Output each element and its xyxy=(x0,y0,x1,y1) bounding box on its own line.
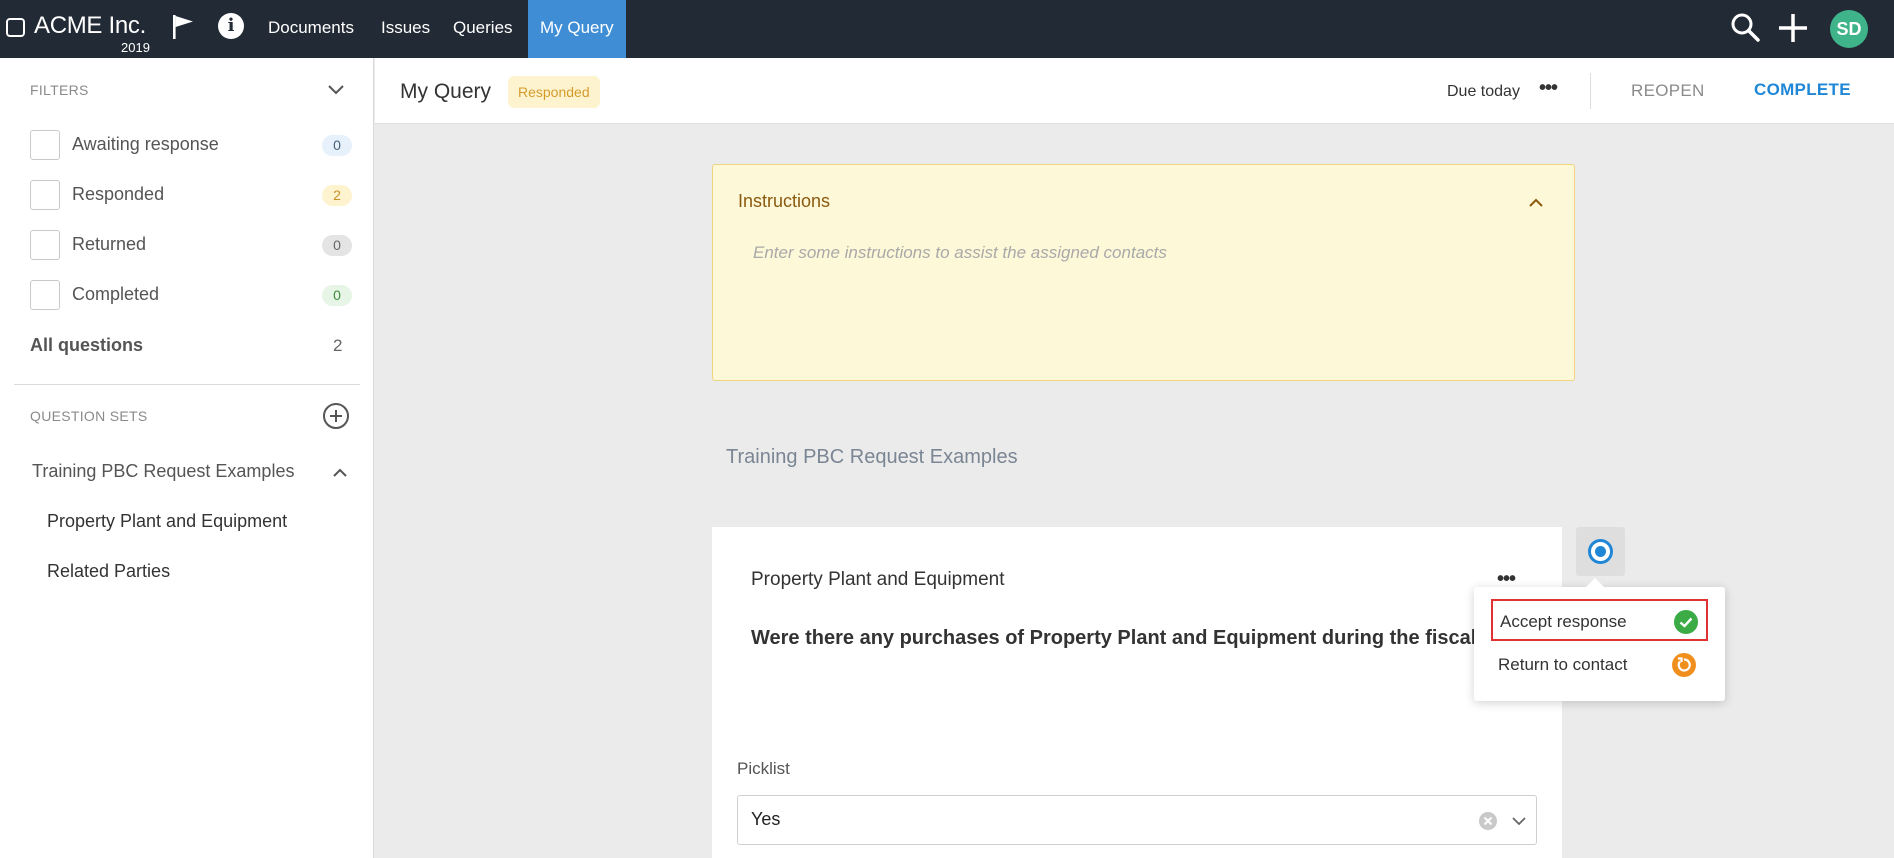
filter-count-badge: 0 xyxy=(322,285,352,306)
avatar[interactable]: SD xyxy=(1830,10,1868,48)
radio-icon xyxy=(1588,539,1613,564)
response-status-toggle[interactable] xyxy=(1576,527,1625,576)
filter-count-badge: 2 xyxy=(322,185,352,206)
response-action-menu: Accept response Return to contact xyxy=(1474,578,1725,701)
chevron-up-icon[interactable] xyxy=(1528,197,1544,209)
add-circle-icon[interactable] xyxy=(322,402,350,430)
info-icon[interactable]: i xyxy=(218,13,244,39)
reopen-button[interactable]: REOPEN xyxy=(1631,81,1705,101)
flag-icon[interactable] xyxy=(171,14,195,40)
app-menu-icon[interactable] xyxy=(6,18,25,37)
filter-awaiting-response[interactable]: Awaiting response 0 xyxy=(30,129,352,161)
more-options-icon[interactable]: ••• xyxy=(1539,78,1558,98)
menu-item-label: Return to contact xyxy=(1498,655,1628,674)
nav-link-my-query[interactable]: My Query xyxy=(528,0,626,58)
all-questions-link[interactable]: All questions xyxy=(30,335,143,356)
radio-dot xyxy=(1595,546,1606,557)
filter-label: Awaiting response xyxy=(72,134,219,154)
top-nav: ACME Inc. 2019 i Documents Issues Querie… xyxy=(0,0,1894,58)
chevron-down-icon[interactable] xyxy=(1511,815,1527,827)
filter-label: Completed xyxy=(72,284,160,304)
plus-icon[interactable] xyxy=(1776,11,1810,45)
picklist-label: Picklist xyxy=(737,759,790,778)
nav-link-documents[interactable]: Documents xyxy=(268,0,354,58)
filter-count-badge: 0 xyxy=(322,135,352,156)
complete-button[interactable]: COMPLETE xyxy=(1754,80,1851,100)
filter-count-badge: 0 xyxy=(322,235,352,256)
filter-label: Responded xyxy=(72,184,165,204)
question-set-name[interactable]: Training PBC Request Examples xyxy=(32,461,294,482)
instructions-panel: Instructions Enter some instructions to … xyxy=(712,164,1575,381)
filter-completed[interactable]: Completed 0 xyxy=(30,279,352,311)
brand-year: 2019 xyxy=(121,40,150,55)
picklist-select[interactable]: Yes xyxy=(737,795,1537,845)
filter-returned[interactable]: Returned 0 xyxy=(30,229,352,261)
chevron-up-icon[interactable] xyxy=(332,467,348,479)
clear-icon[interactable] xyxy=(1478,811,1498,831)
question-card: Property Plant and Equipment ••• Were th… xyxy=(712,527,1562,858)
picklist-value: Yes xyxy=(751,809,781,829)
question-set-item[interactable]: Related Parties xyxy=(47,561,170,582)
accept-response-item[interactable]: Accept response xyxy=(1491,599,1708,641)
nav-link-queries[interactable]: Queries xyxy=(453,0,513,58)
chevron-down-icon[interactable] xyxy=(326,83,346,97)
sidebar: FILTERS Awaiting response 0 Responded 2 … xyxy=(0,58,374,858)
return-to-contact-item[interactable]: Return to contact xyxy=(1491,644,1708,686)
page-title: My Query xyxy=(400,80,492,103)
header-divider xyxy=(1590,73,1591,109)
return-circle-icon xyxy=(1672,653,1696,677)
instructions-placeholder[interactable]: Enter some instructions to assist the as… xyxy=(753,243,1167,263)
brand-name[interactable]: ACME Inc. xyxy=(34,12,146,40)
popover-arrow xyxy=(1586,578,1604,587)
filter-responded[interactable]: Responded 2 xyxy=(30,179,352,211)
question-set-heading: Training PBC Request Examples xyxy=(726,446,1018,468)
sidebar-divider xyxy=(14,384,360,385)
filter-checkbox[interactable] xyxy=(30,230,60,260)
filter-checkbox[interactable] xyxy=(30,180,60,210)
question-title: Property Plant and Equipment xyxy=(751,569,1005,590)
all-questions-count: 2 xyxy=(333,336,343,355)
query-header: My Query Responded Due today ••• REOPEN … xyxy=(375,58,1894,124)
due-date: Due today xyxy=(1447,83,1520,100)
check-circle-icon xyxy=(1674,610,1698,634)
question-set-item[interactable]: Property Plant and Equipment xyxy=(47,511,287,532)
instructions-title: Instructions xyxy=(738,191,831,211)
question-more-icon[interactable]: ••• xyxy=(1497,569,1516,589)
search-icon[interactable] xyxy=(1728,11,1762,45)
question-text: Were there any purchases of Property Pla… xyxy=(751,627,1536,649)
nav-link-issues[interactable]: Issues xyxy=(381,0,430,58)
question-sets-title: QUESTION SETS xyxy=(30,408,148,424)
status-badge: Responded xyxy=(508,76,600,108)
filter-checkbox[interactable] xyxy=(30,280,60,310)
menu-item-label: Accept response xyxy=(1500,612,1627,631)
filter-checkbox[interactable] xyxy=(30,130,60,160)
filter-label: Returned xyxy=(72,234,147,254)
filters-title: FILTERS xyxy=(30,82,89,98)
